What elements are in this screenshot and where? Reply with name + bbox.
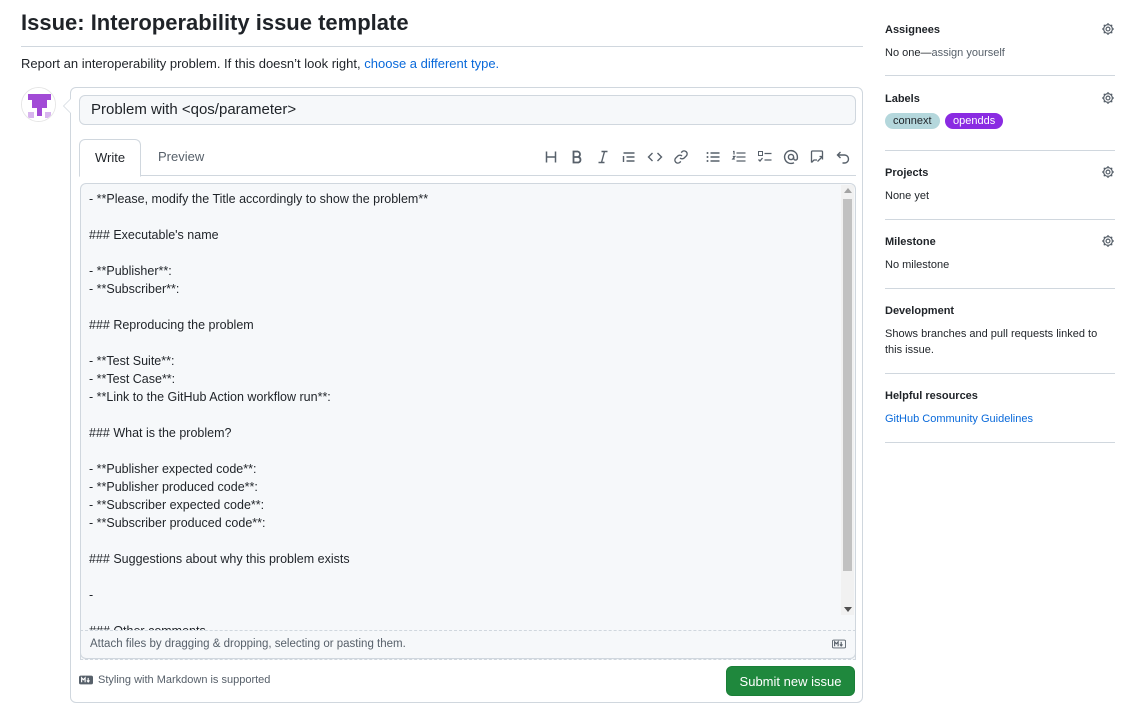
scroll-up-arrow-icon[interactable] bbox=[844, 188, 852, 193]
sidebar-projects: Projects None yet bbox=[885, 165, 1115, 204]
assignees-heading: Assignees bbox=[885, 24, 941, 36]
choose-different-type-link[interactable]: choose a different type. bbox=[364, 56, 499, 71]
editor-tabs: Write Preview bbox=[79, 139, 856, 177]
avatar bbox=[21, 87, 56, 122]
body-line: - **Subscriber produced code**: bbox=[89, 516, 266, 530]
sidebar-divider bbox=[885, 288, 1115, 289]
editor-scrollbar[interactable] bbox=[841, 185, 854, 615]
projects-heading: Projects bbox=[885, 167, 929, 179]
sidebar-assignees: Assignees No one—assign yourself bbox=[885, 22, 1115, 61]
milestone-value: No milestone bbox=[885, 259, 950, 271]
body-line: - **Link to the GitHub Action workflow r… bbox=[89, 390, 331, 404]
body-line: ### Reproducing the problem bbox=[89, 318, 254, 332]
body-line: - **Publisher expected code**: bbox=[89, 462, 257, 476]
bold-icon[interactable] bbox=[564, 145, 590, 169]
sidebar-development: Development Shows branches and pull requ… bbox=[885, 305, 1115, 358]
body-line bbox=[89, 208, 829, 226]
page-title: Issue: Interoperability issue template bbox=[21, 10, 409, 35]
gear-icon[interactable] bbox=[1101, 22, 1115, 36]
body-line: - **Please, modify the Title accordingly… bbox=[89, 192, 429, 206]
issue-body-textarea[interactable]: - **Please, modify the Title accordingly… bbox=[80, 183, 856, 660]
sidebar-milestone: Milestone No milestone bbox=[885, 234, 1115, 273]
issue-body-text: - **Please, modify the Title accordingly… bbox=[89, 190, 829, 640]
sidebar-divider bbox=[885, 219, 1115, 220]
body-line: - **Subscriber**: bbox=[89, 282, 180, 296]
gear-icon[interactable] bbox=[1101, 165, 1115, 179]
undo-icon[interactable] bbox=[830, 145, 856, 169]
labels-list: connext opendds bbox=[885, 111, 1115, 129]
community-guidelines-link[interactable]: GitHub Community Guidelines bbox=[885, 413, 1033, 425]
body-line: ### What is the problem? bbox=[89, 426, 232, 440]
sidebar-divider bbox=[885, 75, 1115, 76]
body-line: ### Suggestions about why this problem e… bbox=[89, 552, 350, 566]
issue-title-input[interactable]: Problem with <qos/parameter> bbox=[79, 95, 856, 125]
body-line bbox=[89, 568, 829, 586]
markdown-icon bbox=[79, 675, 93, 685]
intro-text: Report an interoperability problem. If t… bbox=[21, 56, 499, 71]
intro-description: Report an interoperability problem. If t… bbox=[21, 56, 361, 71]
sidebar-divider bbox=[885, 442, 1115, 443]
helpful-resources-heading: Helpful resources bbox=[885, 390, 978, 402]
unordered-list-icon[interactable] bbox=[700, 145, 726, 169]
scroll-down-arrow-icon[interactable] bbox=[844, 607, 852, 612]
body-line bbox=[89, 298, 829, 316]
body-line bbox=[89, 244, 829, 262]
body-line bbox=[89, 334, 829, 352]
link-icon[interactable] bbox=[668, 145, 694, 169]
tab-preview[interactable]: Preview bbox=[143, 139, 219, 176]
title-divider bbox=[21, 46, 863, 47]
task-list-icon[interactable] bbox=[752, 145, 778, 169]
assignees-none: No one— bbox=[885, 47, 932, 59]
sidebar-divider bbox=[885, 373, 1115, 374]
quote-icon[interactable] bbox=[616, 145, 642, 169]
attach-files-text: Attach files by dragging & dropping, sel… bbox=[90, 638, 406, 650]
new-issue-form: Problem with <qos/parameter> Write Previ… bbox=[63, 87, 863, 703]
body-line bbox=[89, 604, 829, 622]
body-line: - **Test Case**: bbox=[89, 372, 176, 386]
reference-icon[interactable] bbox=[804, 145, 830, 169]
assign-yourself-link[interactable]: assign yourself bbox=[931, 47, 1004, 59]
sidebar-labels: Labels connext opendds bbox=[885, 91, 1115, 129]
milestone-heading: Milestone bbox=[885, 236, 936, 248]
attach-files-area[interactable]: Attach files by dragging & dropping, sel… bbox=[80, 630, 856, 659]
body-line: - **Publisher**: bbox=[89, 264, 172, 278]
markdown-note-text: Styling with Markdown is supported bbox=[98, 674, 271, 686]
projects-value: None yet bbox=[885, 190, 930, 202]
gear-icon[interactable] bbox=[1101, 234, 1115, 248]
label-connext[interactable]: connext bbox=[885, 113, 940, 129]
gear-icon[interactable] bbox=[1101, 91, 1115, 105]
body-line: - **Subscriber expected code**: bbox=[89, 498, 265, 512]
label-opendds[interactable]: opendds bbox=[944, 113, 1004, 129]
body-line bbox=[89, 406, 829, 424]
labels-heading: Labels bbox=[885, 93, 920, 105]
body-line: - **Publisher produced code**: bbox=[89, 480, 258, 494]
code-icon[interactable] bbox=[642, 145, 668, 169]
assignees-value: No one—assign yourself bbox=[885, 45, 1115, 61]
italic-icon[interactable] bbox=[590, 145, 616, 169]
body-line: - bbox=[89, 588, 94, 602]
sidebar-divider bbox=[885, 150, 1115, 151]
ordered-list-icon[interactable] bbox=[726, 145, 752, 169]
markdown-icon bbox=[832, 639, 846, 649]
markdown-supported-note: Styling with Markdown is supported bbox=[79, 674, 270, 686]
mention-icon[interactable] bbox=[778, 145, 804, 169]
submit-new-issue-button[interactable]: Submit new issue bbox=[726, 666, 855, 696]
helpful-resources-body: GitHub Community Guidelines bbox=[885, 411, 1115, 427]
body-line: - **Test Suite**: bbox=[89, 354, 175, 368]
body-line: ### Executable's name bbox=[89, 228, 219, 242]
development-heading: Development bbox=[885, 305, 955, 317]
heading-icon[interactable] bbox=[538, 145, 564, 169]
development-value: Shows branches and pull requests linked … bbox=[885, 328, 1098, 356]
sidebar-helpful-resources: Helpful resources GitHub Community Guide… bbox=[885, 390, 1115, 427]
body-line bbox=[89, 442, 829, 460]
tab-write[interactable]: Write bbox=[79, 139, 142, 177]
scroll-thumb[interactable] bbox=[843, 199, 852, 571]
body-line bbox=[89, 532, 829, 550]
markdown-toolbar bbox=[538, 145, 856, 169]
